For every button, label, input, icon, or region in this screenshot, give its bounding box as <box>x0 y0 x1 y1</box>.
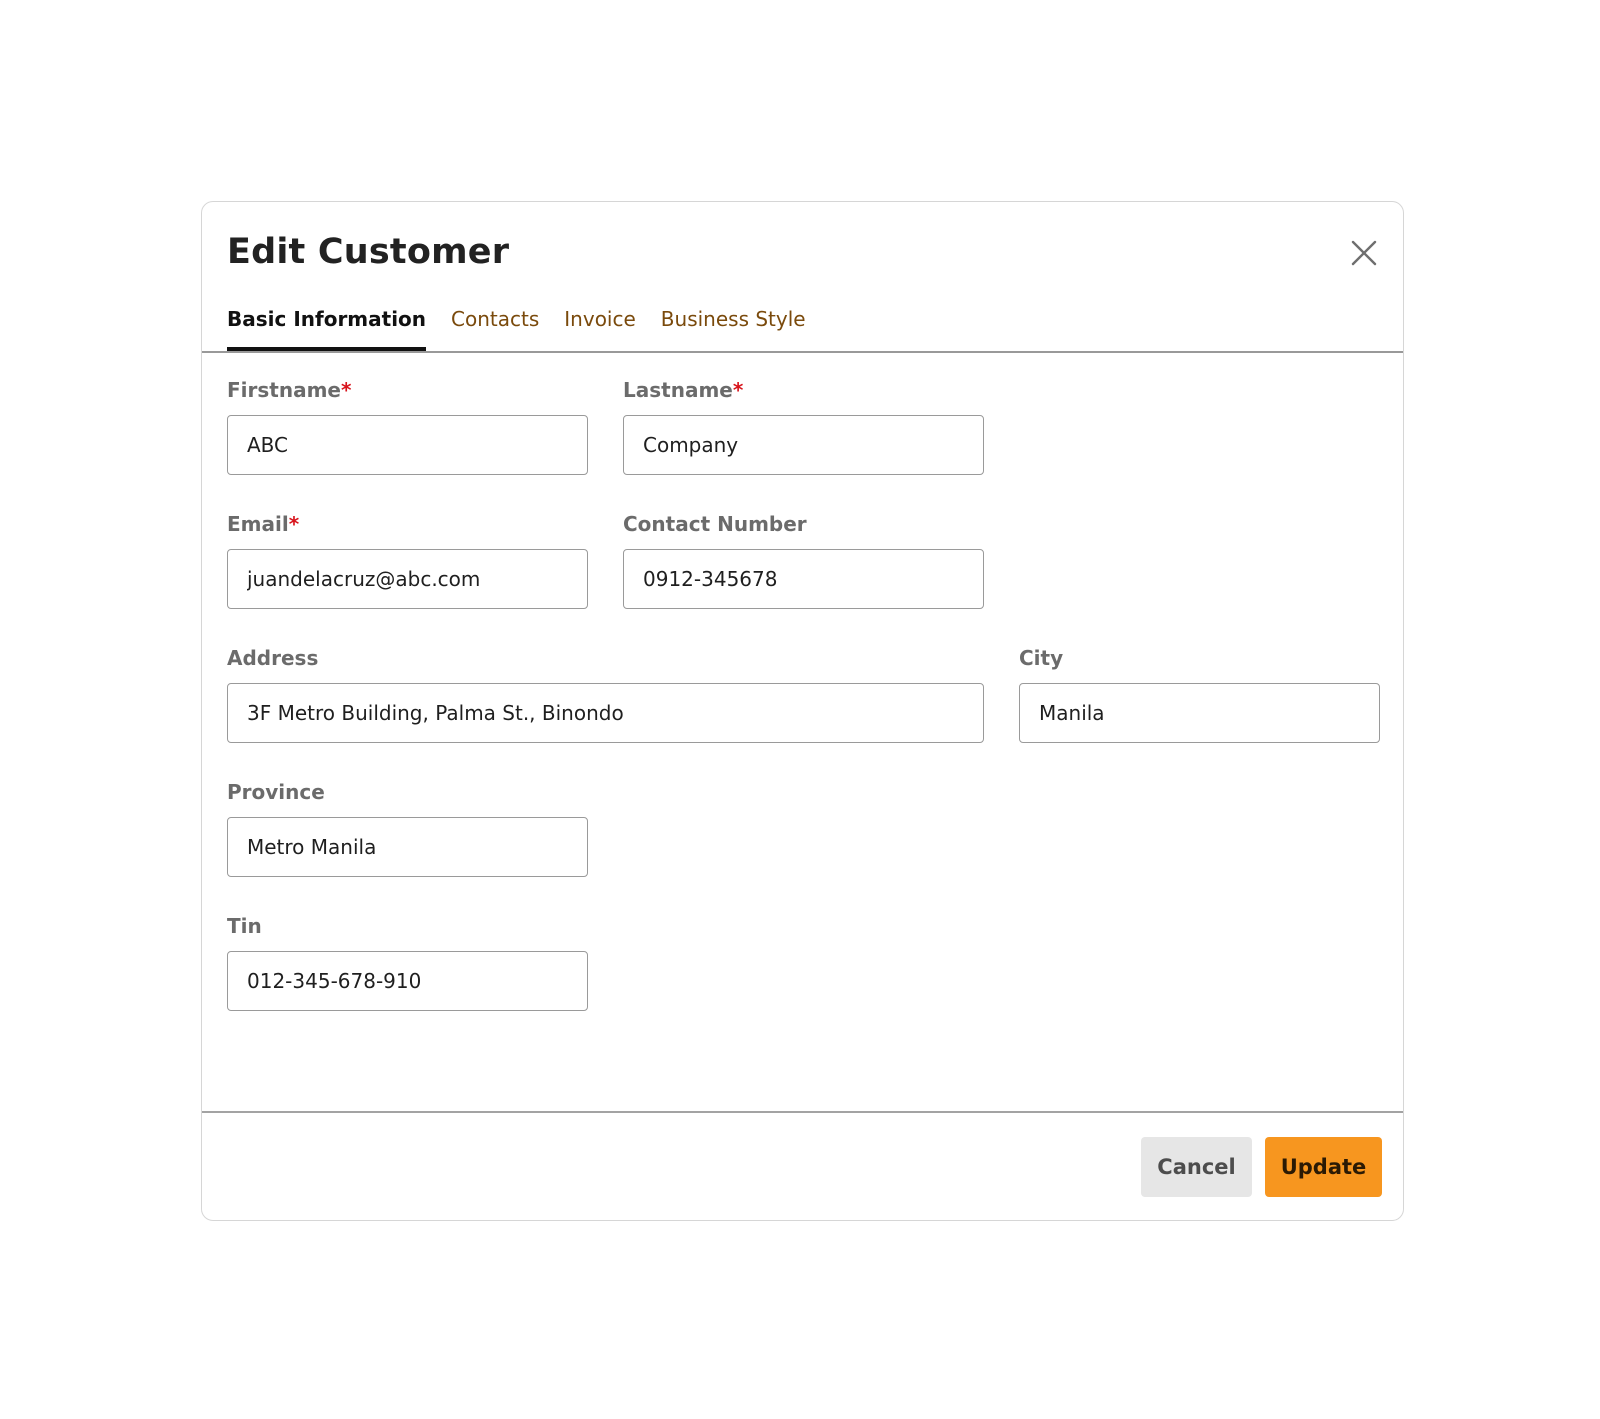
city-field-group: City <box>1019 645 1380 743</box>
modal-title: Edit Customer <box>227 232 510 272</box>
tab-contacts[interactable]: Contacts <box>451 304 539 351</box>
required-marker: * <box>340 378 352 402</box>
address-label: Address <box>227 646 319 670</box>
email-input[interactable] <box>227 549 588 609</box>
email-field-group: Email* <box>227 511 588 609</box>
edit-customer-modal: Edit Customer Basic Information Contacts… <box>201 201 1404 1221</box>
province-label: Province <box>227 780 325 804</box>
province-field-group: Province <box>227 779 588 877</box>
address-input[interactable] <box>227 683 984 743</box>
footer-divider <box>202 1111 1403 1113</box>
city-input[interactable] <box>1019 683 1380 743</box>
firstname-input[interactable] <box>227 415 588 475</box>
province-input[interactable] <box>227 817 588 877</box>
tab-bar: Basic Information Contacts Invoice Busin… <box>227 304 806 351</box>
tab-basic-information[interactable]: Basic Information <box>227 304 427 351</box>
required-marker: * <box>288 512 300 536</box>
email-label: Email* <box>227 512 300 536</box>
lastname-input[interactable] <box>623 415 984 475</box>
close-icon <box>1351 240 1377 266</box>
tin-label: Tin <box>227 914 262 938</box>
tin-input[interactable] <box>227 951 588 1011</box>
close-button[interactable] <box>1347 236 1381 270</box>
cancel-button[interactable]: Cancel <box>1141 1137 1252 1197</box>
lastname-label: Lastname* <box>623 378 744 402</box>
tin-field-group: Tin <box>227 913 588 1011</box>
lastname-field-group: Lastname* <box>623 377 984 475</box>
header-divider <box>202 351 1403 353</box>
firstname-label: Firstname* <box>227 378 352 402</box>
contact-number-label: Contact Number <box>623 512 807 536</box>
contact-number-input[interactable] <box>623 549 984 609</box>
update-button[interactable]: Update <box>1265 1137 1382 1197</box>
address-field-group: Address <box>227 645 984 743</box>
city-label: City <box>1019 646 1064 670</box>
tab-business-style[interactable]: Business Style <box>661 304 806 351</box>
contact-number-field-group: Contact Number <box>623 511 984 609</box>
firstname-field-group: Firstname* <box>227 377 588 475</box>
tab-invoice[interactable]: Invoice <box>564 304 636 351</box>
required-marker: * <box>732 378 744 402</box>
